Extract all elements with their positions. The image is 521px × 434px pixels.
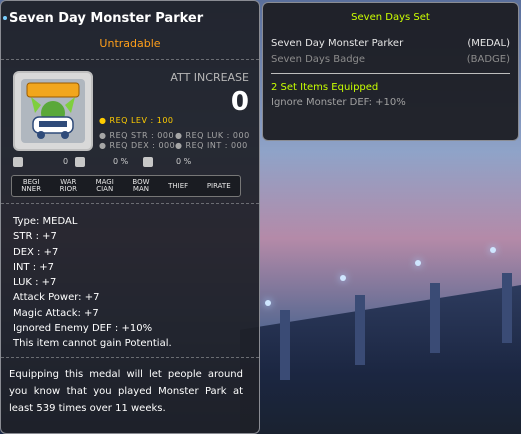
stat-luk: LUK : +7 bbox=[13, 277, 57, 289]
stadium-pillar bbox=[280, 310, 290, 380]
emblem-icon bbox=[13, 157, 23, 167]
att-increase-value: 0 bbox=[230, 87, 249, 117]
item-stats: Type: MEDAL STR : +7 DEX : +7 INT : +7 L… bbox=[13, 214, 172, 352]
set-tooltip: Seven Days Set Seven Day Monster Parker … bbox=[262, 2, 519, 141]
stadium-light bbox=[340, 275, 346, 281]
att-increase-label: ATT INCREASE bbox=[170, 71, 249, 84]
job-magician: MAGI CIAN bbox=[95, 178, 114, 193]
stat-str: STR : +7 bbox=[13, 231, 57, 243]
background-scene bbox=[240, 215, 521, 434]
stat-type: Type: MEDAL bbox=[13, 216, 78, 227]
stadium-light bbox=[265, 300, 271, 306]
set-equipped-count: 2 Set Items Equipped bbox=[271, 82, 379, 93]
set-bonus: Ignore Monster DEF: +10% bbox=[271, 97, 406, 108]
stat-value-3: 0 % bbox=[176, 157, 192, 166]
stadium-pillar bbox=[502, 273, 512, 343]
set-item-type: (BADGE) bbox=[466, 54, 510, 65]
job-warrior: WAR RIOR bbox=[59, 178, 77, 193]
stat-ignore-def: Ignored Enemy DEF : +10% bbox=[13, 323, 153, 335]
set-divider bbox=[271, 73, 510, 74]
stat-dex: DEX : +7 bbox=[13, 246, 59, 258]
stat-attack-power: Attack Power: +7 bbox=[13, 292, 100, 304]
divider bbox=[1, 357, 259, 358]
stat-int: INT : +7 bbox=[13, 261, 55, 273]
job-bowman: BOW MAN bbox=[132, 178, 150, 193]
stat-icons-row: 0 0 % 0 % bbox=[1, 157, 259, 169]
item-description: Equipping this medal will let people aro… bbox=[9, 369, 243, 414]
stadium-pillar bbox=[430, 283, 440, 353]
item-icon-frame bbox=[13, 71, 93, 151]
shield-icon bbox=[143, 157, 153, 167]
stadium-light bbox=[415, 260, 421, 266]
set-title: Seven Days Set bbox=[351, 12, 430, 23]
stadium-pillar bbox=[355, 295, 365, 365]
req-dex: ● REQ DEX : 000 bbox=[99, 141, 176, 150]
set-item-type: (MEDAL) bbox=[467, 38, 510, 49]
job-thief: THIEF bbox=[168, 181, 189, 190]
untradable-label: Untradable bbox=[99, 37, 161, 50]
stat-value-2: 0 % bbox=[113, 157, 129, 166]
item-tooltip: Seven Day Monster Parker Untradable ATT … bbox=[0, 0, 260, 434]
stat-potential-note: This item cannot gain Potential. bbox=[13, 338, 172, 350]
set-item-name: Seven Days Badge bbox=[271, 54, 366, 65]
set-item-name: Seven Day Monster Parker bbox=[271, 38, 404, 49]
gear-icon bbox=[75, 157, 85, 167]
req-int: ● REQ INT : 000 bbox=[175, 141, 248, 150]
stat-magic-attack: Magic Attack: +7 bbox=[13, 307, 99, 319]
job-requirements: BEGI NNER WAR RIOR MAGI CIAN BOW MAN THIEF P… bbox=[11, 175, 241, 197]
req-level: ● REQ LEV : 100 bbox=[99, 116, 174, 125]
stadium-light bbox=[490, 247, 496, 253]
divider bbox=[1, 59, 259, 60]
medal-icon bbox=[21, 79, 85, 143]
req-luk: ● REQ LUK : 000 bbox=[175, 131, 250, 140]
job-pirate: PIRATE bbox=[206, 181, 231, 190]
req-str: ● REQ STR : 000 bbox=[99, 131, 175, 140]
stat-value-1: 0 bbox=[63, 157, 69, 166]
divider bbox=[1, 203, 259, 204]
job-beginner: BEGI NNER bbox=[21, 178, 42, 193]
item-title: Seven Day Monster Parker bbox=[2, 11, 204, 26]
